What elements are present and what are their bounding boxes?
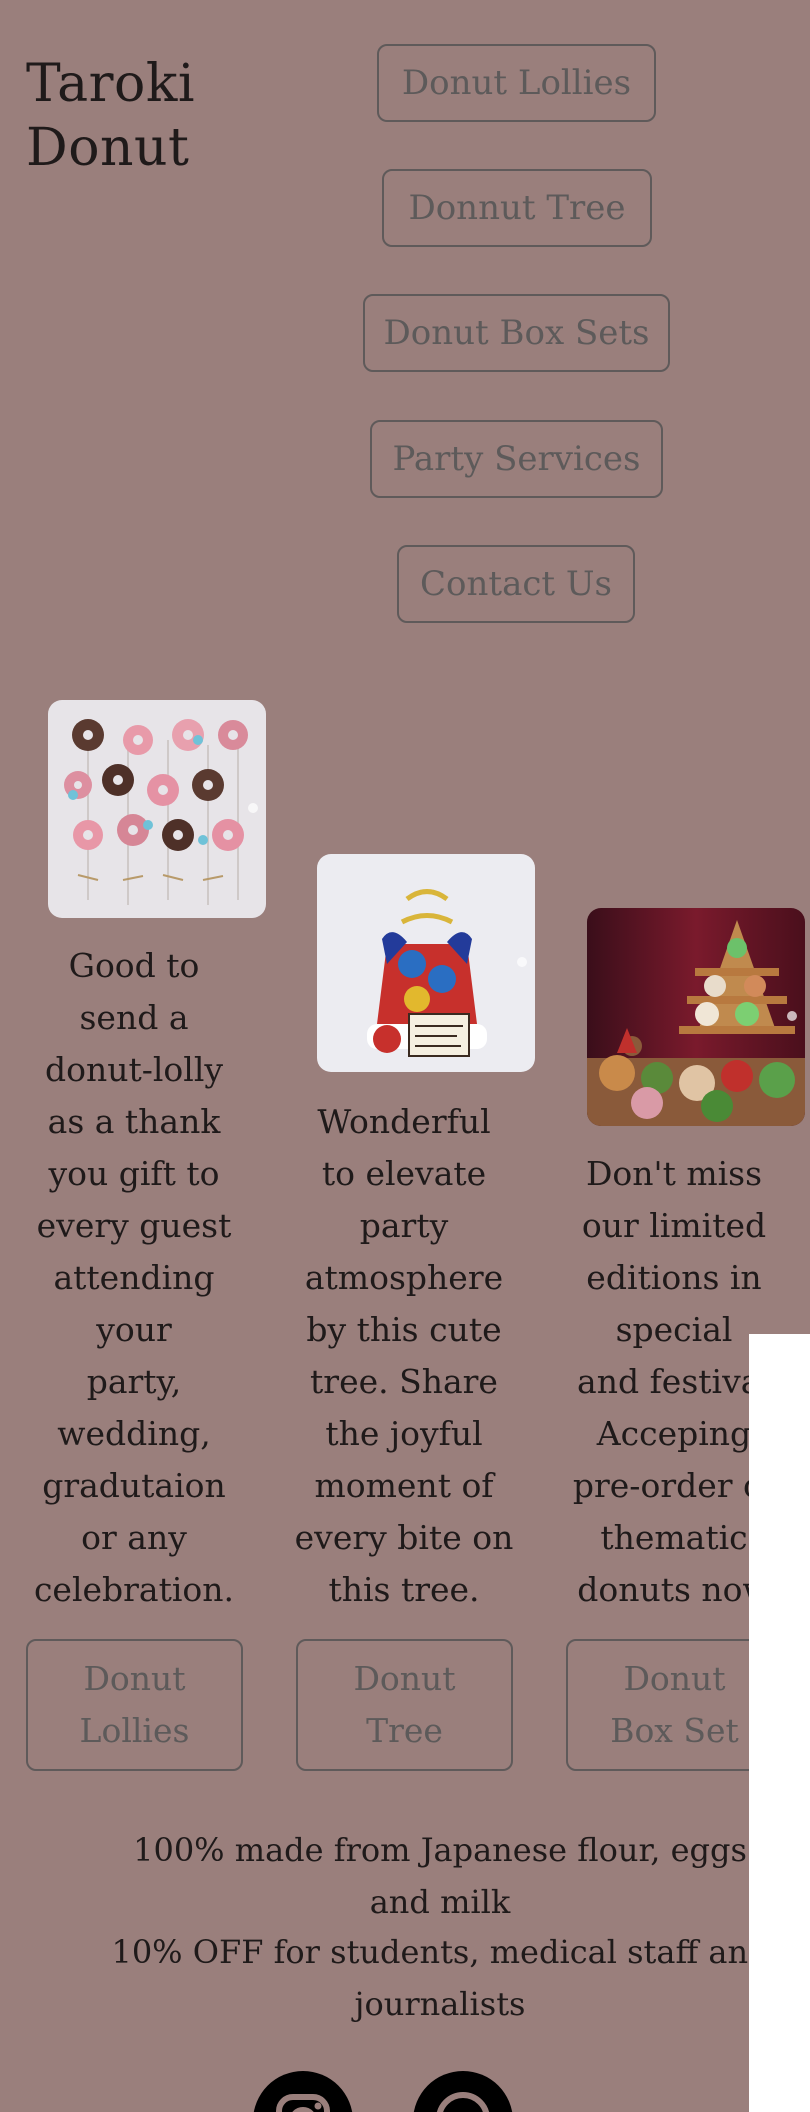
button-label-line: Donut xyxy=(623,1659,726,1698)
description-line: the joyful xyxy=(325,1414,483,1453)
blank-overlay-panel xyxy=(749,1334,810,2112)
donut-tree-image xyxy=(317,854,535,1072)
donut-lollies-button[interactable]: Donut Lollies xyxy=(26,1639,243,1771)
description-line: our limited xyxy=(581,1206,767,1245)
button-label-line: Donut xyxy=(353,1659,456,1698)
description-line: party, xyxy=(86,1362,182,1401)
description-line: editions in xyxy=(586,1258,762,1297)
description-line: every bite on xyxy=(294,1518,514,1557)
description-line: you gift to xyxy=(48,1154,220,1193)
donut-box-set-image xyxy=(587,908,805,1126)
description-line: to elevate xyxy=(321,1154,487,1193)
nav-donut-box-sets-button[interactable]: Donut Box Sets xyxy=(363,294,670,372)
description-line: your xyxy=(96,1310,172,1349)
description-line: atmosphere xyxy=(304,1258,504,1297)
carousel-dot-icon xyxy=(517,957,527,967)
button-label-line: Lollies xyxy=(79,1711,190,1750)
description-line: Wonderful xyxy=(317,1102,491,1141)
nav-donut-lollies-button[interactable]: Donut Lollies xyxy=(377,44,656,122)
ingredients-line: 100% made from Japanese flour, eggs xyxy=(133,1831,747,1869)
nav-donut-tree-button[interactable]: Donnut Tree xyxy=(382,169,652,247)
donut-tree-description: Wonderful to elevate party atmosphere by… xyxy=(289,1096,519,1616)
donut-tree-button[interactable]: Donut Tree xyxy=(296,1639,513,1771)
brand-line-1: Taroki xyxy=(26,54,195,114)
button-label-line: Box Set xyxy=(610,1711,739,1750)
ingredients-line: and milk xyxy=(369,1883,511,1921)
description-line: celebration. xyxy=(33,1570,235,1609)
brand-line-2: Donut xyxy=(26,118,190,178)
description-line: gradutaion xyxy=(42,1466,226,1505)
description-line: this tree. xyxy=(328,1570,480,1609)
description-line: every guest xyxy=(36,1206,232,1245)
description-line: wedding, xyxy=(57,1414,211,1453)
description-line: Don't miss xyxy=(585,1154,763,1193)
discount-line: journalists xyxy=(354,1985,526,2023)
description-line: donut-lolly xyxy=(44,1050,224,1089)
button-label-line: Tree xyxy=(366,1711,443,1750)
page: Taroki Donut Donut Lollies Donnut Tree D… xyxy=(0,0,810,2112)
nav-contact-us-button[interactable]: Contact Us xyxy=(397,545,635,623)
description-line: by this cute xyxy=(306,1310,502,1349)
donut-lollies-image xyxy=(48,700,266,918)
discount-line: 10% OFF for students, medical staff and xyxy=(111,1933,769,1971)
description-line: send a xyxy=(79,998,189,1037)
discount-note: 10% OFF for students, medical staff and … xyxy=(100,1926,780,2030)
description-line: or any xyxy=(81,1518,187,1557)
description-line: tree. Share xyxy=(310,1362,498,1401)
description-line: attending xyxy=(53,1258,215,1297)
carousel-dot-icon xyxy=(787,1011,797,1021)
brand-logo[interactable]: Taroki Donut xyxy=(26,52,195,180)
ingredients-note: 100% made from Japanese flour, eggs and … xyxy=(100,1824,780,1928)
description-line: moment of xyxy=(314,1466,494,1505)
description-line: Good to xyxy=(68,946,200,985)
donut-lollies-description: Good to send a donut-lolly as a thank yo… xyxy=(19,940,249,1616)
description-line: as a thank xyxy=(47,1102,221,1141)
instagram-icon[interactable] xyxy=(253,2071,353,2112)
nav-party-services-button[interactable]: Party Services xyxy=(370,420,663,498)
button-label-line: Donut xyxy=(83,1659,186,1698)
chat-icon[interactable] xyxy=(413,2071,513,2112)
carousel-dot-icon xyxy=(248,803,258,813)
description-line: party xyxy=(359,1206,449,1245)
